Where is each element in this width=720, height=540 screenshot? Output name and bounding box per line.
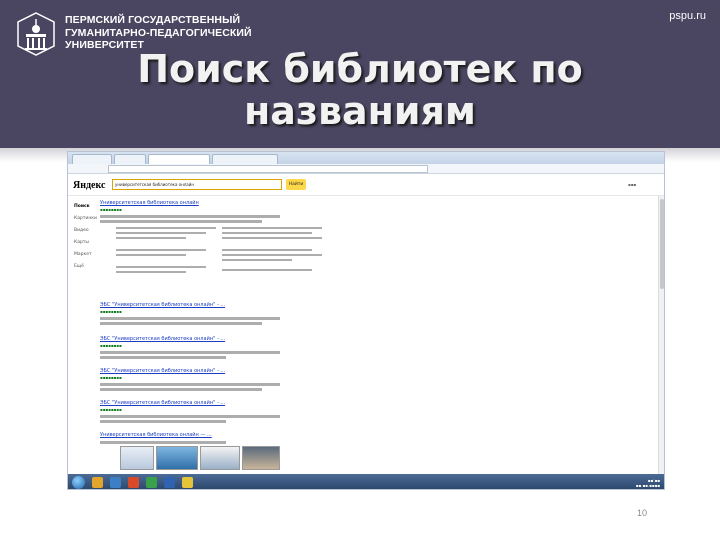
slide: ПЕРМСКИЙ ГОСУДАРСТВЕННЫЙ ГУМАНИТАРНО-ПЕД… — [0, 0, 720, 540]
university-name: ПЕРМСКИЙ ГОСУДАРСТВЕННЫЙ ГУМАНИТАРНО-ПЕД… — [65, 14, 252, 52]
search-result-title: ЭБС "Университетская библиотека онлайн" … — [100, 368, 226, 374]
browser-tab — [72, 154, 112, 164]
browser-tab-active — [148, 154, 210, 164]
thumbnail-image — [156, 446, 198, 470]
search-result-url: ▪▪▪▪▪▪▪▪ — [100, 309, 122, 314]
org-line — [222, 249, 312, 251]
system-tray: ▪▪:▪▪ ▪▪.▪▪.▪▪▪▪ — [635, 478, 660, 488]
site-url: pspu.ru — [669, 10, 706, 22]
org-line — [116, 249, 206, 251]
search-result: Университетская библиотека онлайн — ... — [100, 432, 280, 446]
search-result-snippet — [100, 322, 262, 325]
browser-screenshot: Яндекс университетская библиотека онлайн… — [67, 151, 665, 490]
org-line — [116, 232, 206, 234]
slide-title-line: Поиск библиотек по — [137, 47, 583, 91]
yandex-header-link: ▪▪▪ — [628, 182, 637, 187]
search-result-url: ▪▪▪▪▪▪▪▪ — [100, 207, 122, 212]
search-result-snippet — [100, 441, 226, 444]
windows-taskbar: ▪▪:▪▪ ▪▪.▪▪.▪▪▪▪ — [68, 474, 664, 489]
start-button-icon — [72, 476, 85, 489]
search-result-url: ▪▪▪▪▪▪▪▪ — [100, 343, 122, 348]
org-line — [222, 232, 312, 234]
search-result-snippet — [100, 388, 262, 391]
slide-title-line: названиям — [243, 89, 476, 133]
search-result-url: ▪▪▪▪▪▪▪▪ — [100, 407, 122, 412]
left-nav-item: Видео — [74, 228, 89, 233]
org-line — [116, 271, 186, 273]
search-result-title: ЭБС "Университетская библиотека онлайн" … — [100, 302, 226, 308]
left-nav-item: Поиск — [74, 204, 90, 209]
url-field — [108, 165, 428, 173]
taskbar-app-icon — [92, 477, 103, 488]
browser-tab-bar — [68, 152, 664, 164]
search-result-title: ЭБС "Университетская библиотека онлайн" … — [100, 336, 226, 342]
search-result-snippet — [100, 215, 280, 218]
taskbar-app-icon — [128, 477, 139, 488]
left-nav-item: Картинки — [74, 216, 97, 221]
organization-info — [116, 224, 326, 294]
header-band: ПЕРМСКИЙ ГОСУДАРСТВЕННЫЙ ГУМАНИТАРНО-ПЕД… — [0, 0, 720, 148]
university-name-line: ПЕРМСКИЙ ГОСУДАРСТВЕННЫЙ — [65, 14, 241, 26]
search-result-snippet — [100, 383, 280, 386]
yandex-search-button: Найти — [286, 179, 306, 190]
taskbar-app-icon — [146, 477, 157, 488]
search-result-snippet — [100, 420, 226, 423]
yandex-logo: Яндекс — [73, 180, 106, 191]
address-bar — [68, 164, 664, 174]
search-result-title: Университетская библиотека онлайн — ... — [100, 432, 212, 438]
search-result-url: ▪▪▪▪▪▪▪▪ — [100, 375, 122, 380]
scrollbar-thumb — [660, 199, 664, 289]
org-line — [116, 254, 186, 256]
search-result-snippet — [100, 220, 262, 223]
search-result: ЭБС "Университетская библиотека онлайн" … — [100, 368, 280, 393]
thumbnail-image — [120, 446, 154, 470]
org-col — [116, 224, 216, 276]
search-result: ЭБС "Университетская библиотека онлайн" … — [100, 400, 280, 425]
browser-tab — [212, 154, 278, 164]
search-result-snippet — [100, 415, 280, 418]
left-nav-item: Маркет — [74, 252, 92, 257]
image-thumbnails — [120, 446, 290, 470]
search-result-title: Университетская библиотека онлайн — [100, 200, 199, 206]
browser-tab — [114, 154, 146, 164]
page-scrollbar — [658, 196, 664, 476]
org-line — [222, 254, 322, 256]
left-nav-item: Карты — [74, 240, 89, 245]
taskbar-app-icon — [110, 477, 121, 488]
search-result-snippet — [100, 351, 280, 354]
org-line — [116, 237, 186, 239]
org-line — [116, 227, 216, 229]
left-nav-item: Ещё — [74, 264, 84, 269]
page-number: 10 — [637, 508, 648, 518]
slide-title: Поиск библиотек по названиям — [0, 48, 720, 132]
search-result: ЭБС "Университетская библиотека онлайн" … — [100, 302, 280, 327]
yandex-header: Яндекс университетская библиотека онлайн… — [68, 174, 664, 196]
taskbar-app-icon — [182, 477, 193, 488]
org-line — [116, 266, 206, 268]
search-result-snippet — [100, 317, 280, 320]
thumbnail-image — [242, 446, 280, 470]
org-col — [222, 224, 322, 274]
org-line — [222, 259, 292, 261]
search-result-snippet — [100, 356, 226, 359]
search-result-title: ЭБС "Университетская библиотека онлайн" … — [100, 400, 226, 406]
yandex-search-input: университетская библиотека онлайн — [112, 179, 282, 190]
org-line — [222, 237, 322, 239]
taskbar-app-icon — [164, 477, 175, 488]
search-result: ЭБС "Университетская библиотека онлайн" … — [100, 336, 280, 361]
org-line — [222, 269, 312, 271]
thumbnail-image — [200, 446, 240, 470]
search-result: Университетская библиотека онлайн ▪▪▪▪▪▪… — [100, 200, 280, 225]
yandex-left-nav: Поиск Картинки Видео Карты Маркет Ещё — [74, 204, 102, 276]
university-name-line: ГУМАНИТАРНО-ПЕДАГОГИЧЕСКИЙ — [65, 26, 252, 39]
org-line — [222, 227, 322, 229]
